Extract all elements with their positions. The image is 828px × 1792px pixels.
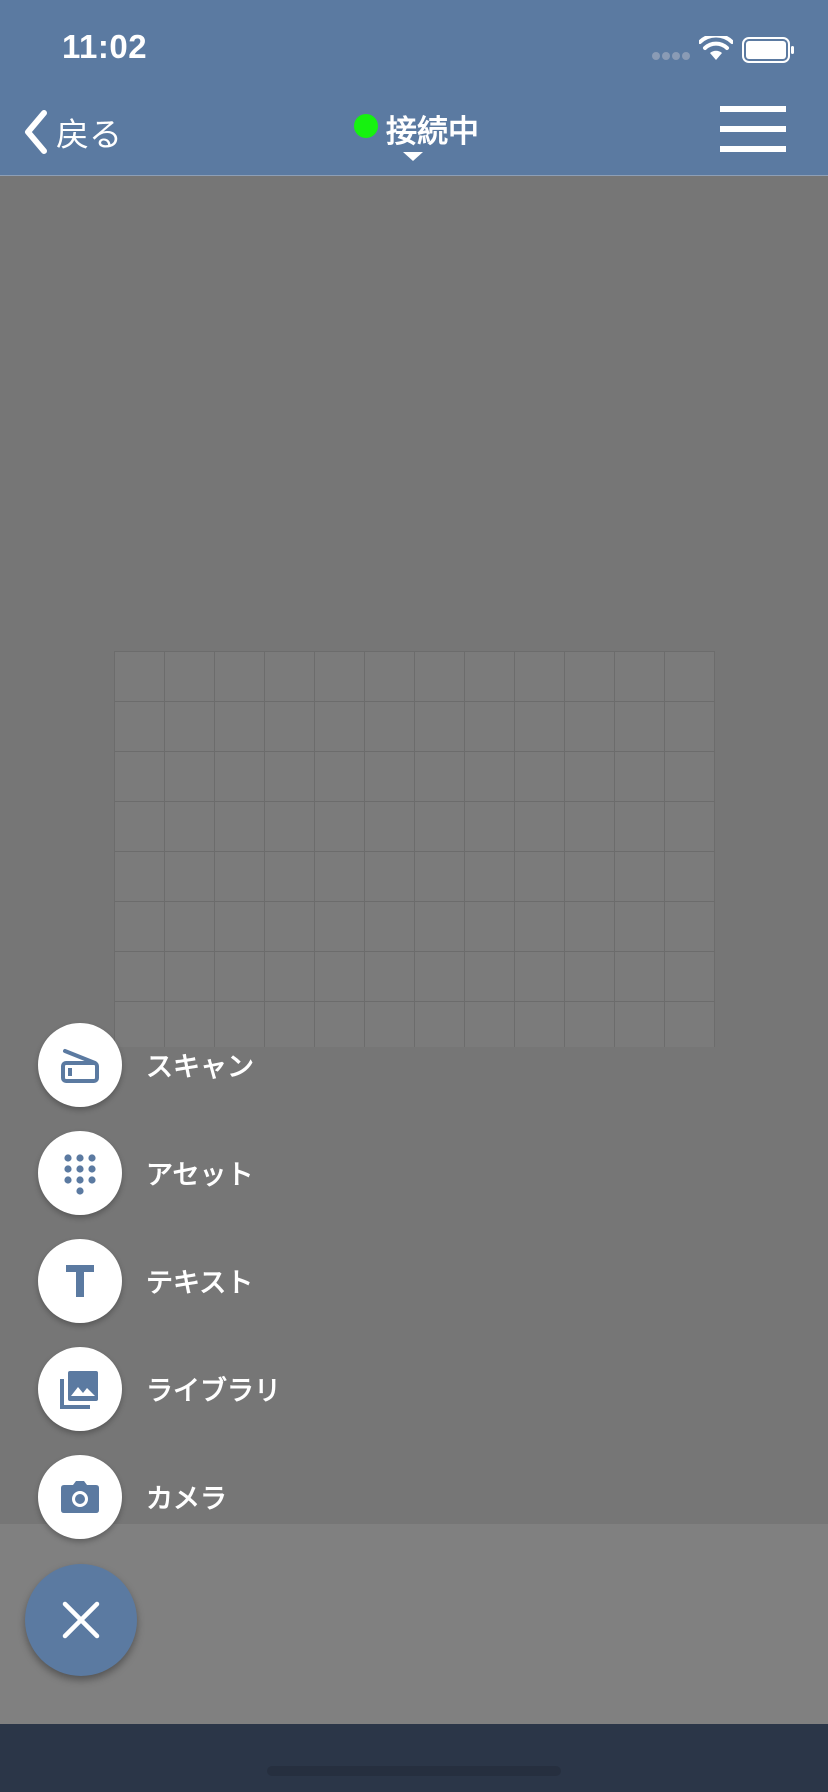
- back-button[interactable]: 戻る: [22, 104, 132, 160]
- text-icon: [66, 1265, 94, 1297]
- scan-button[interactable]: [38, 1023, 122, 1107]
- camera-button[interactable]: [38, 1455, 122, 1539]
- camera-action[interactable]: カメラ: [38, 1455, 358, 1539]
- text-label: テキスト: [146, 1268, 254, 1299]
- home-indicator: [267, 1766, 561, 1776]
- library-action[interactable]: ライブラリ: [38, 1347, 358, 1431]
- connection-status-dropdown[interactable]: 接続中: [350, 104, 490, 164]
- photo-library-icon: [60, 1371, 98, 1409]
- battery-icon: [742, 37, 794, 63]
- close-speed-dial-button[interactable]: [25, 1564, 137, 1676]
- text-button[interactable]: [38, 1239, 122, 1323]
- chevron-left-icon: [25, 110, 47, 154]
- camera-icon: [61, 1481, 99, 1513]
- cellular-signal-icon: [652, 52, 692, 62]
- asset-button[interactable]: [38, 1131, 122, 1215]
- back-label: 戻る: [56, 115, 122, 154]
- canvas-grid[interactable]: [114, 651, 715, 1047]
- menu-button[interactable]: [718, 104, 788, 156]
- scanner-icon: [61, 1049, 99, 1083]
- navigation-header: 11:02 戻る 接続中: [0, 0, 828, 176]
- connection-label: 接続中: [386, 114, 479, 150]
- dots-grid-icon: [64, 1154, 96, 1195]
- home-indicator-area: [0, 1724, 828, 1792]
- scan-action[interactable]: スキャン: [38, 1023, 358, 1107]
- camera-label: カメラ: [146, 1484, 227, 1515]
- status-time: 11:02: [62, 28, 148, 65]
- wifi-icon: [699, 36, 733, 60]
- caret-down-icon: [403, 152, 423, 161]
- asset-label: アセット: [146, 1160, 254, 1191]
- connection-indicator: [354, 114, 378, 138]
- close-icon: [62, 1601, 100, 1639]
- text-action[interactable]: テキスト: [38, 1239, 358, 1323]
- library-button[interactable]: [38, 1347, 122, 1431]
- library-label: ライブラリ: [146, 1376, 281, 1407]
- scan-label: スキャン: [146, 1052, 254, 1083]
- asset-action[interactable]: アセット: [38, 1131, 358, 1215]
